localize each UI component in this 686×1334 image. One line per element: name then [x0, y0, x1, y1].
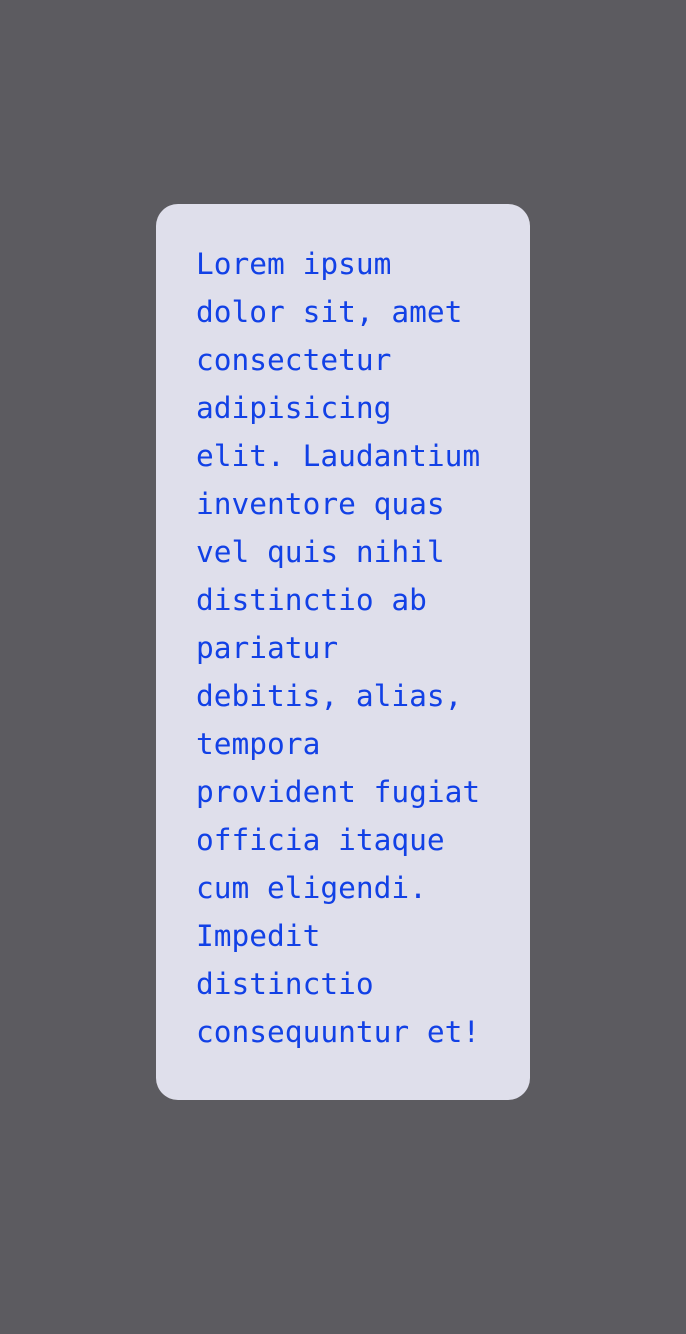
- paragraph-line: vel quis nihil: [196, 535, 445, 569]
- paragraph-line: Lorem ipsum: [196, 247, 392, 281]
- text-card: Lorem ipsum dolor sit, amet consectetur …: [156, 204, 530, 1100]
- paragraph-line: cum eligendi.: [196, 871, 427, 905]
- paragraph-line: adipisicing: [196, 391, 392, 425]
- paragraph-line: officia itaque: [196, 823, 445, 857]
- paragraph-line: provident fugiat: [196, 775, 481, 809]
- paragraph-line: elit. Laudantium: [196, 439, 481, 473]
- paragraph-line: distinctio ab: [196, 583, 427, 617]
- paragraph-line: distinctio: [196, 967, 374, 1001]
- card-paragraph: Lorem ipsum dolor sit, amet consectetur …: [196, 240, 490, 1056]
- paragraph-line: consectetur: [196, 343, 392, 377]
- paragraph-line: dolor sit, amet: [196, 295, 463, 329]
- paragraph-line: Impedit: [196, 919, 321, 953]
- paragraph-line: pariatur: [196, 631, 339, 665]
- paragraph-line: tempora: [196, 727, 321, 761]
- paragraph-line: consequuntur et!: [196, 1015, 481, 1049]
- paragraph-line: inventore quas: [196, 487, 445, 521]
- paragraph-line: debitis, alias,: [196, 679, 463, 713]
- screen-background: { "card": { "lines": [ "Lorem ipsum", "d…: [0, 0, 686, 1334]
